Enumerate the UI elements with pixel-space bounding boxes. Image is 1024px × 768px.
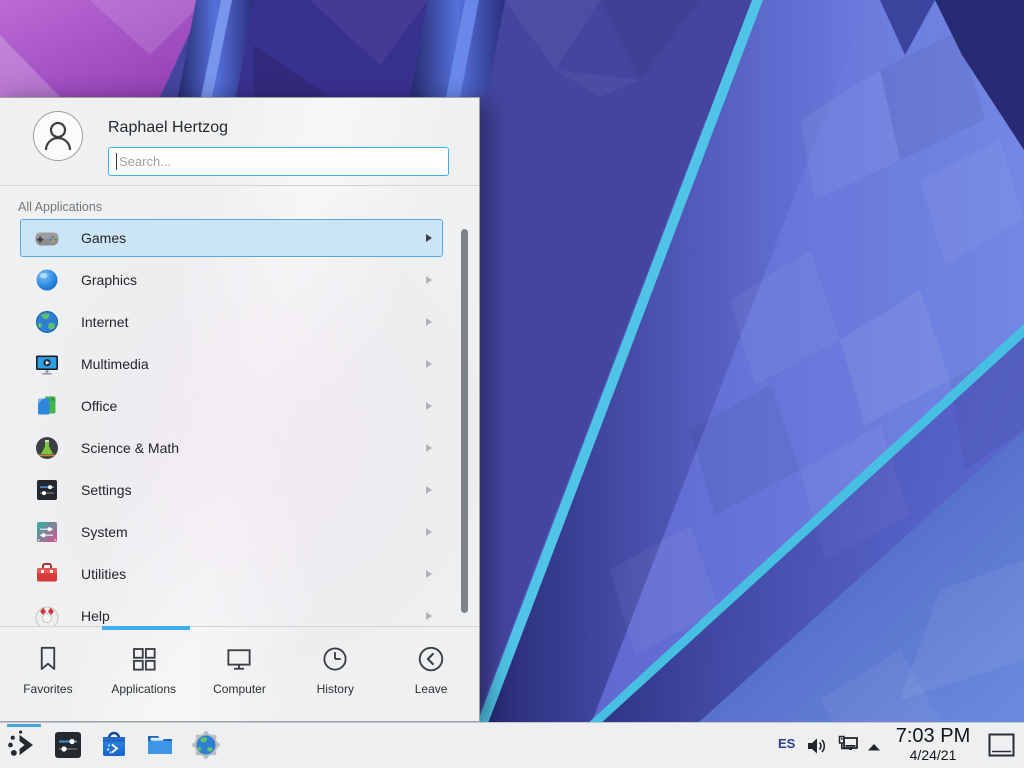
category-graphics[interactable]: Graphics: [20, 261, 443, 299]
clock-time: 7:03 PM: [886, 725, 980, 747]
volume-icon[interactable]: [805, 735, 827, 762]
category-label: Multimedia: [81, 356, 426, 372]
user-icon: [36, 114, 80, 158]
category-list: Games Graphics Internet: [0, 219, 479, 626]
chevron-right-icon: [426, 402, 432, 410]
category-label: Settings: [81, 482, 426, 498]
chevron-right-icon: [426, 318, 432, 326]
monitor-play-icon: [33, 350, 61, 378]
keyboard-layout-indicator[interactable]: ES: [778, 736, 795, 751]
tab-label: History: [317, 682, 354, 696]
paint-sphere-icon: [33, 266, 61, 294]
category-label: Internet: [81, 314, 426, 330]
tab-leave[interactable]: Leave: [383, 627, 479, 722]
category-utilities[interactable]: Utilities: [20, 555, 443, 593]
category-internet[interactable]: Internet: [20, 303, 443, 341]
category-help[interactable]: Help: [20, 597, 443, 626]
app-launcher-button[interactable]: [6, 727, 42, 765]
category-label: Graphics: [81, 272, 426, 288]
chevron-right-icon: [426, 276, 432, 284]
tab-applications[interactable]: Applications: [96, 627, 192, 722]
bookmark-icon: [33, 644, 63, 674]
launcher-footer: Favorites Applications Computer History …: [0, 626, 479, 722]
search-field-wrap: [108, 147, 449, 176]
flask-icon: [33, 434, 61, 462]
category-science-math[interactable]: Science & Math: [20, 429, 443, 467]
discover-store-icon[interactable]: [98, 729, 130, 761]
chevron-right-icon: [426, 360, 432, 368]
sliders-color-icon: [33, 518, 61, 546]
grid-icon: [129, 644, 159, 674]
avatar[interactable]: [33, 111, 83, 161]
section-label: All Applications: [18, 200, 102, 214]
category-label: Utilities: [81, 566, 426, 582]
launcher-active-indicator: [7, 724, 41, 727]
expand-tray-icon[interactable]: [866, 740, 882, 758]
sliders-dark-icon: [33, 476, 61, 504]
category-games[interactable]: Games: [20, 219, 443, 257]
taskbar-panel: ES 7:03 PM 4/24/21: [0, 722, 1024, 768]
list-scrollbar[interactable]: [461, 229, 468, 613]
chevron-right-icon: [426, 486, 432, 494]
web-browser-icon[interactable]: [190, 729, 222, 761]
chevron-right-icon: [426, 570, 432, 578]
category-multimedia[interactable]: Multimedia: [20, 345, 443, 383]
category-label: Science & Math: [81, 440, 426, 456]
desktop: Raphael Hertzog All Applications Games G…: [0, 0, 1024, 768]
documents-icon: [33, 392, 61, 420]
file-manager-icon[interactable]: [144, 729, 176, 761]
settings-app-icon[interactable]: [52, 729, 84, 761]
kali-menu-icon: [6, 727, 42, 763]
clock-date: 4/24/21: [886, 747, 980, 763]
tab-label: Computer: [213, 682, 266, 696]
monitor-icon: [224, 644, 254, 674]
digital-clock[interactable]: 7:03 PM 4/24/21: [886, 725, 980, 763]
application-launcher-menu: Raphael Hertzog All Applications Games G…: [0, 97, 480, 722]
lifebuoy-icon: [33, 602, 61, 626]
tab-computer[interactable]: Computer: [192, 627, 288, 722]
category-settings[interactable]: Settings: [20, 471, 443, 509]
chevron-right-icon: [426, 612, 432, 620]
tab-label: Applications: [111, 682, 176, 696]
active-tab-indicator: [102, 626, 190, 630]
category-system[interactable]: System: [20, 513, 443, 551]
network-icon[interactable]: [836, 734, 860, 763]
clock-icon: [320, 644, 350, 674]
tab-favorites[interactable]: Favorites: [0, 627, 96, 722]
category-label: Help: [81, 608, 426, 624]
category-label: Office: [81, 398, 426, 414]
tab-label: Favorites: [23, 682, 72, 696]
chevron-right-icon: [426, 234, 432, 242]
globe-icon: [33, 308, 61, 336]
leave-icon: [416, 644, 446, 674]
category-label: System: [81, 524, 426, 540]
text-caret: [116, 153, 117, 170]
user-name: Raphael Hertzog: [108, 119, 228, 137]
chevron-right-icon: [426, 528, 432, 536]
show-desktop-button[interactable]: [988, 732, 1015, 759]
tab-history[interactable]: History: [287, 627, 383, 722]
category-label: Games: [81, 230, 426, 246]
launcher-header: Raphael Hertzog: [0, 98, 479, 186]
category-office[interactable]: Office: [20, 387, 443, 425]
toolbox-icon: [33, 560, 61, 588]
tab-label: Leave: [415, 682, 448, 696]
chevron-right-icon: [426, 444, 432, 452]
search-input[interactable]: [108, 147, 449, 176]
gamepad-icon: [33, 224, 61, 252]
